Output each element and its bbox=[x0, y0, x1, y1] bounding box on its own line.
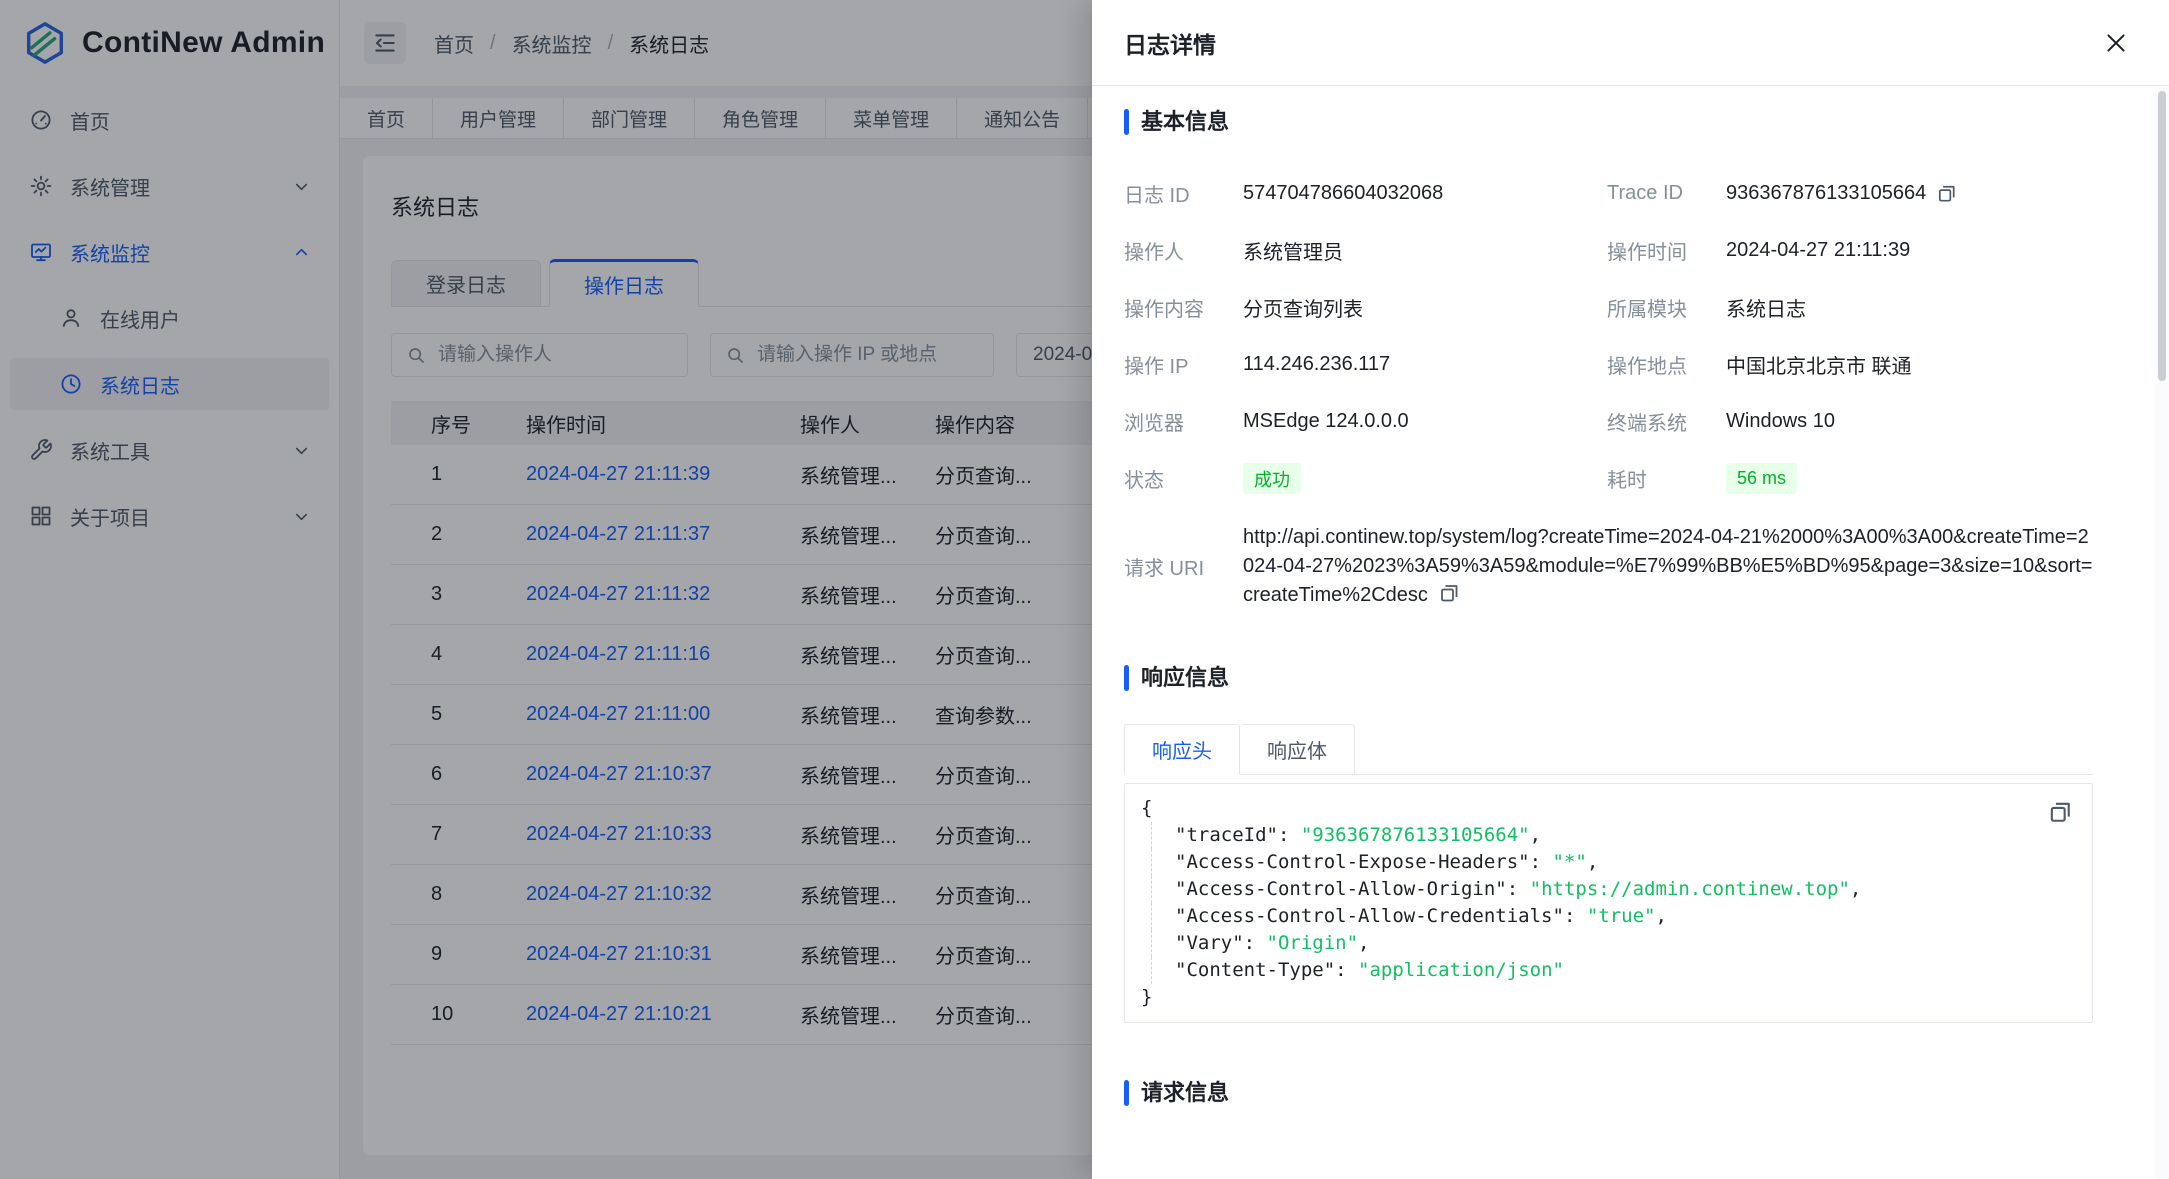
field-value-text: 中国北京北京市 联通 bbox=[1726, 350, 1912, 379]
field-value-text: 574704786604032068 bbox=[1243, 182, 1443, 205]
field-value-text: 系统日志 bbox=[1726, 293, 1806, 322]
code-token: : bbox=[1335, 959, 1358, 981]
field-label: 操作内容 bbox=[1124, 293, 1243, 322]
code-token: "Vary" bbox=[1175, 932, 1244, 954]
field-value-text: 114.246.236.117 bbox=[1243, 353, 1390, 376]
field-value-text: 系统管理员 bbox=[1243, 236, 1343, 265]
code-token: "Access-Control-Allow-Origin" bbox=[1175, 878, 1507, 900]
app-window: ContiNew Admin 首页系统管理系统监控在线用户系统日志系统工具关于项… bbox=[0, 0, 2169, 1179]
field-value-text: MSEdge 124.0.0.0 bbox=[1243, 410, 1409, 433]
field-label: 所属模块 bbox=[1607, 293, 1726, 322]
code-token: "traceId" bbox=[1175, 824, 1278, 846]
field-label: 操作地点 bbox=[1607, 350, 1726, 379]
field-value: 中国北京北京市 联通 bbox=[1726, 350, 2093, 379]
code-line: } bbox=[1141, 984, 2072, 1011]
code-line: "traceId": "936367876133105664", bbox=[1151, 822, 2072, 849]
code-token: "application/json" bbox=[1358, 959, 1564, 981]
copy-icon[interactable] bbox=[1437, 581, 1461, 605]
section-title-text: 基本信息 bbox=[1141, 108, 1229, 136]
basic-info-fields: 日志 ID574704786604032068 Trace ID936367876… bbox=[1124, 165, 2093, 507]
scrollbar-thumb[interactable] bbox=[2158, 91, 2166, 381]
code-token: , bbox=[1850, 878, 1861, 900]
code-token: } bbox=[1141, 986, 1152, 1008]
request-info-section-title: 请求信息 bbox=[1124, 1079, 2093, 1107]
request-uri-row: 请求 URI http://api.continew.top/system/lo… bbox=[1124, 523, 2093, 610]
code-token: "Access-Control-Allow-Credentials" bbox=[1175, 905, 1564, 927]
code-token: , bbox=[1655, 905, 1666, 927]
field-value: 936367876133105664 bbox=[1726, 182, 2093, 205]
field-label: 浏览器 bbox=[1124, 407, 1243, 436]
section-accent-bar bbox=[1124, 665, 1129, 691]
field-value-text: 936367876133105664 bbox=[1726, 182, 1926, 205]
drawer-scrollbar bbox=[2155, 87, 2169, 1179]
code-token: : bbox=[1507, 878, 1530, 900]
drawer-header: 日志详情 bbox=[1092, 0, 2169, 86]
code-token: "https://admin.continew.top" bbox=[1530, 878, 1850, 900]
code-token: : bbox=[1278, 824, 1301, 846]
field-value: 114.246.236.117 bbox=[1243, 353, 1607, 376]
drawer-title: 日志详情 bbox=[1124, 26, 1216, 60]
field-label: 日志 ID bbox=[1124, 179, 1243, 208]
status-badge: 成功 bbox=[1243, 463, 1301, 494]
code-token: , bbox=[1358, 932, 1369, 954]
field-value: 系统日志 bbox=[1726, 293, 2093, 322]
field-label: 操作人 bbox=[1124, 236, 1243, 265]
copy-icon[interactable] bbox=[1935, 182, 1958, 205]
code-token: , bbox=[1587, 851, 1598, 873]
close-icon[interactable] bbox=[2103, 30, 2129, 56]
code-token: "Content-Type" bbox=[1175, 959, 1335, 981]
copy-icon[interactable] bbox=[2046, 798, 2074, 826]
response-info-section-title: 响应信息 bbox=[1124, 664, 2093, 692]
code-line: "Access-Control-Allow-Credentials": "tru… bbox=[1151, 903, 2072, 930]
code-token: "936367876133105664" bbox=[1301, 824, 1530, 846]
section-title-text: 请求信息 bbox=[1141, 1079, 1229, 1107]
code-line: "Vary": "Origin", bbox=[1151, 930, 2072, 957]
response-tab[interactable]: 响应头 bbox=[1124, 724, 1240, 775]
field-value: 分页查询列表 bbox=[1243, 293, 1607, 322]
code-token: { bbox=[1141, 797, 1152, 819]
request-uri-value: http://api.continew.top/system/log?creat… bbox=[1243, 523, 2093, 610]
code-token: "true" bbox=[1587, 905, 1656, 927]
field-value: 成功 bbox=[1243, 463, 1607, 494]
response-tab[interactable]: 响应体 bbox=[1240, 724, 1355, 775]
field-label: 终端系统 bbox=[1607, 407, 1726, 436]
field-label: Trace ID bbox=[1607, 182, 1726, 205]
response-headers-code: {"traceId": "936367876133105664","Access… bbox=[1124, 783, 2093, 1023]
field-value: 574704786604032068 bbox=[1243, 182, 1607, 205]
code-line: "Access-Control-Expose-Headers": "*", bbox=[1151, 849, 2072, 876]
section-accent-bar bbox=[1124, 109, 1129, 135]
code-line: "Access-Control-Allow-Origin": "https://… bbox=[1151, 876, 2072, 903]
field-label: 耗时 bbox=[1607, 464, 1726, 493]
code-token: : bbox=[1244, 932, 1267, 954]
code-token: "*" bbox=[1553, 851, 1587, 873]
field-label: 操作时间 bbox=[1607, 236, 1726, 265]
log-detail-drawer: 日志详情 基本信息 日志 ID574704786604032068 Trace I… bbox=[1092, 0, 2169, 1179]
code-token: , bbox=[1530, 824, 1541, 846]
section-accent-bar bbox=[1124, 1080, 1129, 1106]
field-value: Windows 10 bbox=[1726, 410, 2093, 433]
field-value: MSEdge 124.0.0.0 bbox=[1243, 410, 1607, 433]
field-label: 操作 IP bbox=[1124, 350, 1243, 379]
status-badge: 56 ms bbox=[1726, 463, 1797, 494]
code-token: "Access-Control-Expose-Headers" bbox=[1175, 851, 1530, 873]
code-token: : bbox=[1530, 851, 1553, 873]
field-value: 系统管理员 bbox=[1243, 236, 1607, 265]
field-label: 状态 bbox=[1124, 464, 1243, 493]
field-value: 56 ms bbox=[1726, 463, 2093, 494]
code-line: "Content-Type": "application/json" bbox=[1151, 957, 2072, 984]
basic-info-section-title: 基本信息 bbox=[1124, 108, 2093, 136]
field-value: 2024-04-27 21:11:39 bbox=[1726, 239, 2093, 262]
field-value-text: Windows 10 bbox=[1726, 410, 1835, 433]
field-value-text: 分页查询列表 bbox=[1243, 293, 1363, 322]
drawer-body: 基本信息 日志 ID574704786604032068 Trace ID9363… bbox=[1092, 86, 2169, 1107]
code-line: { bbox=[1141, 795, 2072, 822]
response-tabs: 响应头响应体 bbox=[1124, 724, 2093, 775]
section-title-text: 响应信息 bbox=[1141, 664, 1229, 692]
field-label: 请求 URI bbox=[1124, 552, 1243, 581]
code-token: "Origin" bbox=[1267, 932, 1359, 954]
field-value-text: 2024-04-27 21:11:39 bbox=[1726, 239, 1910, 262]
code-token: : bbox=[1564, 905, 1587, 927]
